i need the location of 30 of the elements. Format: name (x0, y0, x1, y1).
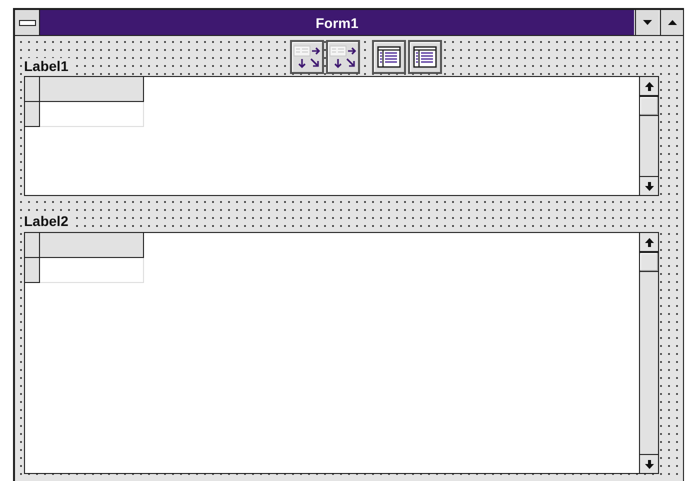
vertical-scrollbar[interactable] (639, 233, 658, 473)
system-menu-button[interactable] (15, 10, 40, 35)
arrange-icon (293, 44, 321, 70)
caret-up-icon (668, 20, 676, 25)
grid-cell[interactable] (40, 102, 144, 127)
toolbar-button[interactable] (408, 40, 442, 74)
scroll-thumb[interactable] (640, 96, 658, 116)
up-arrow-icon (644, 238, 654, 246)
form-label: Label1 (24, 58, 70, 77)
data-grid[interactable] (24, 76, 659, 196)
list-icon (377, 46, 401, 68)
toolbar-button[interactable] (372, 40, 406, 74)
down-arrow-icon (644, 182, 654, 190)
grid-corner-cell (25, 77, 40, 102)
toolbar-button[interactable] (326, 40, 360, 74)
grid-corner-cell (25, 233, 40, 258)
arrange-icon (329, 44, 357, 70)
up-arrow-icon (644, 82, 654, 90)
maximize-button[interactable] (660, 10, 683, 35)
window-title: Form1 (40, 10, 634, 35)
grid-row-header (25, 102, 40, 127)
vertical-scrollbar[interactable] (639, 77, 658, 195)
list-icon (413, 46, 437, 68)
down-arrow-icon (644, 460, 654, 468)
scroll-thumb[interactable] (640, 252, 658, 272)
toolbar-button[interactable] (290, 40, 324, 74)
minimize-button[interactable] (635, 10, 658, 35)
grid-cell[interactable] (40, 258, 144, 283)
caret-down-icon (642, 20, 652, 25)
grid-row-header (25, 258, 40, 283)
